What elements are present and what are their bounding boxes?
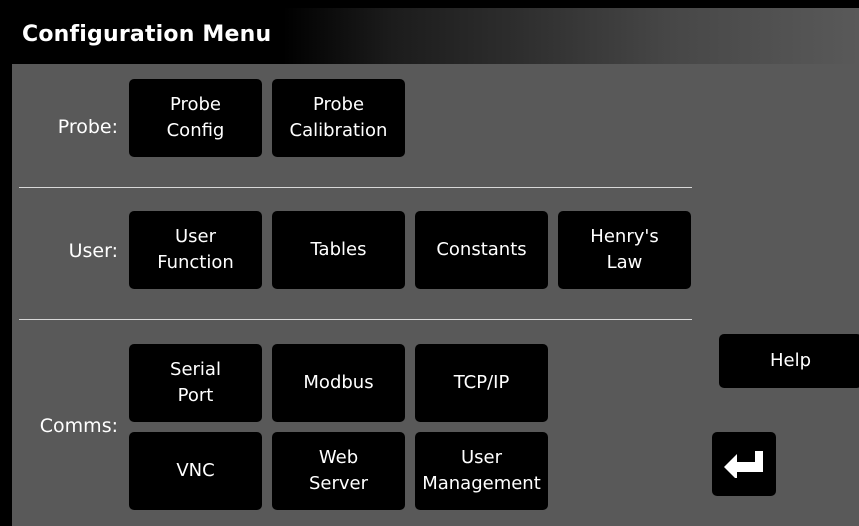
comms-label: Comms: — [39, 415, 118, 437]
user-function-button[interactable]: User Function — [129, 211, 262, 289]
user-management-button[interactable]: User Management — [415, 432, 548, 510]
henrys-law-button[interactable]: Henry's Law — [558, 211, 691, 289]
modbus-button[interactable]: Modbus — [272, 344, 405, 422]
configuration-window: Configuration Menu Probe: Probe Config P… — [9, 8, 859, 526]
divider — [19, 187, 692, 188]
page-title: Configuration Menu — [22, 22, 272, 47]
vnc-button[interactable]: VNC — [129, 432, 262, 510]
title-bar: Configuration Menu — [12, 8, 859, 64]
constants-button[interactable]: Constants — [415, 211, 548, 289]
divider — [19, 319, 692, 320]
enter-button[interactable] — [712, 432, 776, 496]
tcp-ip-button[interactable]: TCP/IP — [415, 344, 548, 422]
probe-label: Probe: — [57, 116, 118, 138]
web-server-button[interactable]: Web Server — [272, 432, 405, 510]
probe-config-button[interactable]: Probe Config — [129, 79, 262, 157]
help-button[interactable]: Help — [719, 334, 859, 388]
probe-calibration-button[interactable]: Probe Calibration — [272, 79, 405, 157]
tables-button[interactable]: Tables — [272, 211, 405, 289]
user-label: User: — [68, 240, 118, 262]
serial-port-button[interactable]: Serial Port — [129, 344, 262, 422]
return-arrow-icon — [724, 451, 763, 478]
